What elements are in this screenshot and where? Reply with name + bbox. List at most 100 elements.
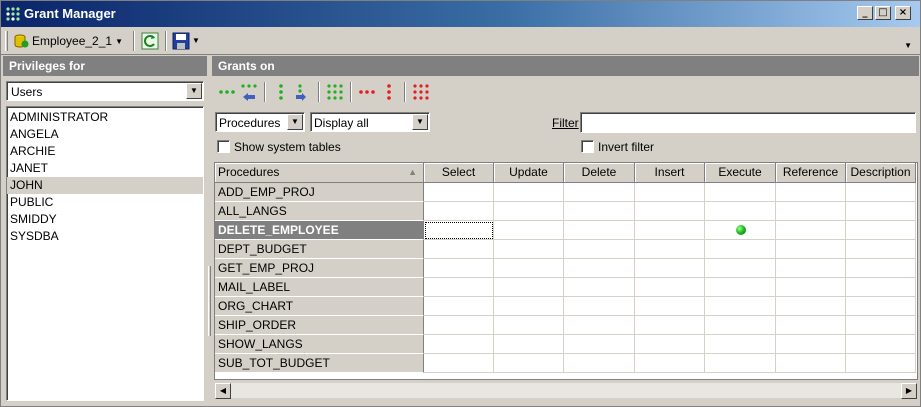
grant-row-with-option-icon[interactable]	[240, 83, 258, 101]
privilege-cell[interactable]	[635, 221, 705, 240]
toolbar-grip[interactable]	[5, 31, 8, 51]
procedure-name-cell[interactable]: SHOW_LANGS	[215, 335, 424, 354]
privilege-cell[interactable]	[776, 240, 846, 259]
privilege-cell[interactable]	[846, 202, 916, 221]
privilege-cell[interactable]	[705, 259, 776, 278]
privilege-cell[interactable]	[564, 221, 635, 240]
privilege-cell[interactable]	[776, 278, 846, 297]
privilege-cell[interactable]	[564, 297, 635, 316]
update-column-header[interactable]: Update	[494, 163, 564, 183]
table-row[interactable]: SHOW_LANGS	[215, 335, 916, 354]
privilege-cell[interactable]	[776, 221, 846, 240]
privilege-cell[interactable]	[705, 221, 776, 240]
grant-column-with-option-icon[interactable]	[294, 83, 312, 101]
user-list-item[interactable]: PUBLIC	[7, 194, 203, 211]
privilege-cell[interactable]	[564, 240, 635, 259]
revoke-all-row-icon[interactable]	[358, 83, 376, 101]
chevron-down-icon[interactable]: ▼	[186, 83, 202, 99]
privilege-cell[interactable]	[635, 259, 705, 278]
filter-input[interactable]	[580, 112, 916, 133]
maximize-button[interactable]: □	[875, 6, 891, 20]
privilege-cell[interactable]	[635, 316, 705, 335]
privilege-cell[interactable]	[494, 259, 564, 278]
description-column-header[interactable]: Description	[846, 163, 916, 183]
grant-all-row-icon[interactable]	[218, 83, 236, 101]
privilege-cell[interactable]	[776, 297, 846, 316]
privilege-cell[interactable]	[635, 335, 705, 354]
reference-column-header[interactable]: Reference	[776, 163, 846, 183]
procedures-column-header[interactable]: Procedures ▲	[215, 163, 424, 183]
privilege-cell[interactable]	[776, 183, 846, 202]
procedure-name-cell[interactable]: MAIL_LABEL	[215, 278, 424, 297]
privilege-cell[interactable]	[846, 259, 916, 278]
save-icon[interactable]	[172, 32, 190, 50]
table-row[interactable]: DELETE_EMPLOYEE	[215, 221, 916, 240]
revoke-all-icon[interactable]	[412, 83, 430, 101]
user-list-item[interactable]: ARCHIE	[7, 143, 203, 160]
privilege-cell[interactable]	[846, 183, 916, 202]
procedure-name-cell[interactable]: DEPT_BUDGET	[215, 240, 424, 259]
execute-column-header[interactable]: Execute	[705, 163, 776, 183]
privilege-cell[interactable]	[564, 183, 635, 202]
privilege-cell[interactable]	[424, 259, 494, 278]
chevron-down-icon[interactable]: ▼	[412, 114, 428, 130]
privilege-cell[interactable]	[424, 278, 494, 297]
table-row[interactable]: SHIP_ORDER	[215, 316, 916, 335]
revoke-all-column-icon[interactable]	[380, 83, 398, 101]
privilege-cell[interactable]	[494, 202, 564, 221]
table-row[interactable]: MAIL_LABEL	[215, 278, 916, 297]
user-list-item[interactable]: ADMINISTRATOR	[7, 109, 203, 126]
delete-column-header[interactable]: Delete	[564, 163, 635, 183]
privilege-cell[interactable]	[776, 259, 846, 278]
select-column-header[interactable]: Select	[424, 163, 494, 183]
privilege-cell[interactable]	[424, 221, 494, 240]
privilege-cell[interactable]	[564, 202, 635, 221]
grant-all-column-icon[interactable]	[272, 83, 290, 101]
procedure-name-cell[interactable]: ADD_EMP_PROJ	[215, 183, 424, 202]
privilege-cell[interactable]	[635, 354, 705, 373]
procedure-name-cell[interactable]: GET_EMP_PROJ	[215, 259, 424, 278]
privilege-cell[interactable]	[776, 354, 846, 373]
table-row[interactable]: ADD_EMP_PROJ	[215, 183, 916, 202]
privilege-cell[interactable]	[846, 278, 916, 297]
chevron-down-icon[interactable]: ▼	[287, 114, 303, 130]
privilege-cell[interactable]	[635, 278, 705, 297]
close-button[interactable]: ×	[895, 6, 911, 20]
privilege-cell[interactable]	[846, 354, 916, 373]
table-row[interactable]: SUB_TOT_BUDGET	[215, 354, 916, 373]
privilege-cell[interactable]	[635, 240, 705, 259]
privilege-cell[interactable]	[494, 354, 564, 373]
privilege-cell[interactable]	[494, 335, 564, 354]
grant-all-icon[interactable]	[326, 83, 344, 101]
privilege-cell[interactable]	[424, 297, 494, 316]
privilege-cell[interactable]	[564, 259, 635, 278]
display-mode-select[interactable]: Display all ▼	[310, 112, 430, 132]
procedure-name-cell[interactable]: SUB_TOT_BUDGET	[215, 354, 424, 373]
privilege-cell[interactable]	[635, 297, 705, 316]
privilege-cell[interactable]	[564, 278, 635, 297]
invert-filter-checkbox[interactable]	[581, 140, 594, 153]
privilege-cell[interactable]	[705, 278, 776, 297]
privilege-cell[interactable]	[424, 240, 494, 259]
scroll-left-icon[interactable]: ◀	[215, 383, 231, 399]
procedure-name-cell[interactable]: SHIP_ORDER	[215, 316, 424, 335]
user-list-item[interactable]: JOHN	[7, 177, 203, 194]
privilege-cell[interactable]	[494, 221, 564, 240]
privilege-cell[interactable]	[494, 316, 564, 335]
privilege-cell[interactable]	[564, 316, 635, 335]
privilege-cell[interactable]	[494, 183, 564, 202]
privilege-cell[interactable]	[705, 240, 776, 259]
privilege-cell[interactable]	[494, 297, 564, 316]
user-list-item[interactable]: ANGELA	[7, 126, 203, 143]
save-dropdown-arrow-icon[interactable]: ▼	[192, 36, 200, 45]
user-list[interactable]: ADMINISTRATOR ANGELA ARCHIE JANET JOHN PUBLIC…	[6, 106, 204, 401]
privilege-cell[interactable]	[846, 297, 916, 316]
privilege-cell[interactable]	[776, 316, 846, 335]
privilege-cell[interactable]	[424, 183, 494, 202]
privilege-cell[interactable]	[846, 316, 916, 335]
privilege-cell[interactable]	[705, 335, 776, 354]
privilege-cell[interactable]	[776, 335, 846, 354]
privilege-cell[interactable]	[846, 240, 916, 259]
insert-column-header[interactable]: Insert	[635, 163, 705, 183]
toolbar-overflow-icon[interactable]: ▼	[904, 41, 912, 50]
